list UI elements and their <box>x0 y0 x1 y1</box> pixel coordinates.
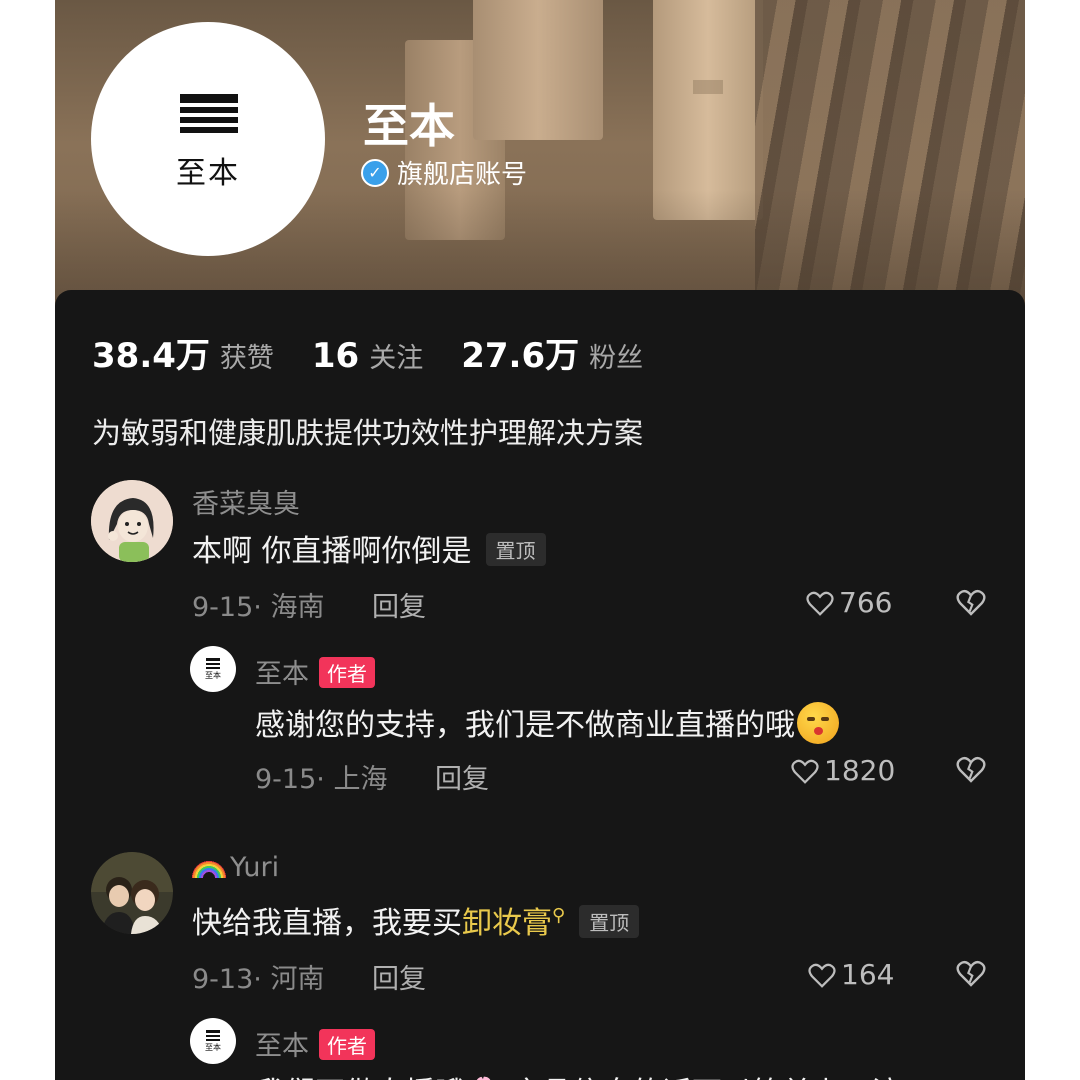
like-count: 164 <box>841 958 895 991</box>
author-badge: 作者 <box>319 1029 375 1060</box>
pinned-badge: 置顶 <box>485 533 546 566</box>
profile-stats: 38.4万 获赞 16 关注 27.6万 粉丝 <box>92 328 681 377</box>
search-icon[interactable]: ⚲ <box>552 905 565 926</box>
reply-user-name[interactable]: 至本 <box>255 1031 309 1062</box>
following-label[interactable]: 关注 <box>369 336 423 375</box>
banner-product-box <box>473 0 603 140</box>
reply-user-name[interactable]: 至本 <box>255 659 309 690</box>
following-count[interactable]: 16 <box>312 336 359 376</box>
likes-label[interactable]: 获赞 <box>220 336 274 375</box>
reply-username: 至本 作者 <box>255 652 375 691</box>
author-badge: 作者 <box>319 657 375 688</box>
author-avatar[interactable]: 至本 <box>190 646 236 692</box>
followers-label[interactable]: 粉丝 <box>589 336 643 375</box>
comment-body: 快给我直播，我要买 <box>192 906 462 941</box>
profile-screen: 至本 至本 ✓ 旗舰店账号 38.4万 获赞 16 关注 27.6万 粉丝 为敏… <box>55 0 1025 1080</box>
brand-logo-icon <box>180 94 238 138</box>
comment-text: 快给我直播，我要买卸妆膏⚲ 置顶 <box>192 898 640 942</box>
reply-button[interactable]: 回复 <box>372 957 426 996</box>
like-button[interactable]: 164 <box>807 958 894 991</box>
like-count: 766 <box>839 586 893 619</box>
heart-icon <box>791 759 819 784</box>
comment-avatar[interactable] <box>91 480 173 562</box>
comment-body: 本啊 你直播啊你倒是 <box>192 534 472 569</box>
followers-count[interactable]: 27.6万 <box>461 328 579 377</box>
reply-body: 感谢您的支持，我们是不做商业直播的哦 <box>255 708 795 743</box>
verified-badge: ✓ 旗舰店账号 <box>361 154 527 191</box>
profile-content-panel: 38.4万 获赞 16 关注 27.6万 粉丝 为敏弱和健康肌肤提供功效性护理解… <box>55 290 1025 1080</box>
reply-button[interactable]: 回复 <box>372 585 426 624</box>
heart-icon <box>808 963 836 988</box>
verified-label: 旗舰店账号 <box>397 160 528 190</box>
comment-user-name: Yuri <box>230 852 280 883</box>
broken-heart-icon[interactable] <box>955 586 987 618</box>
reply-text: 感谢您的支持，我们是不做商业直播的哦 <box>255 700 839 748</box>
like-button[interactable]: 766 <box>805 586 892 619</box>
reply-username: 至本 作者 <box>255 1024 375 1063</box>
heart-icon <box>806 591 834 616</box>
comment-text: 本啊 你直播啊你倒是 置顶 <box>192 526 546 570</box>
broken-heart-icon[interactable] <box>955 957 987 989</box>
kiss-face-emoji-icon <box>797 701 839 744</box>
profile-banner: 至本 至本 ✓ 旗舰店账号 <box>55 0 1025 320</box>
author-avatar[interactable]: 至本 <box>190 1018 236 1064</box>
verified-check-icon: ✓ <box>361 158 389 187</box>
like-count: 1820 <box>824 754 896 787</box>
comment-username[interactable]: 香菜臭臭 <box>192 482 300 521</box>
comment-username[interactable]: Yuri <box>192 852 279 883</box>
profile-avatar[interactable]: 至本 <box>91 22 325 256</box>
rainbow-icon <box>192 858 226 878</box>
like-button[interactable]: 1820 <box>790 754 895 787</box>
search-keyword-link[interactable]: 卸妆膏 <box>462 906 552 941</box>
pinned-badge: 置顶 <box>579 905 640 938</box>
likes-count[interactable]: 38.4万 <box>92 328 210 377</box>
comment-date-location: 9-15· 海南 <box>192 592 325 623</box>
reply-button[interactable]: 回复 <box>435 757 489 796</box>
profile-bio: 为敏弱和健康肌肤提供功效性护理解决方案 <box>92 416 644 450</box>
comment-date-location: 9-13· 河南 <box>192 964 325 995</box>
profile-name: 至本 <box>363 99 455 153</box>
broken-heart-icon[interactable] <box>955 753 987 785</box>
banner-product-box <box>653 0 763 220</box>
brand-logo-text: 至本 <box>176 156 240 191</box>
reply-text: 我们不做直播哦🌸 产品信息的话可以简单上一滴 <box>255 1068 902 1080</box>
comment-avatar[interactable] <box>91 852 173 934</box>
reply-date-location: 9-15· 上海 <box>255 764 388 795</box>
